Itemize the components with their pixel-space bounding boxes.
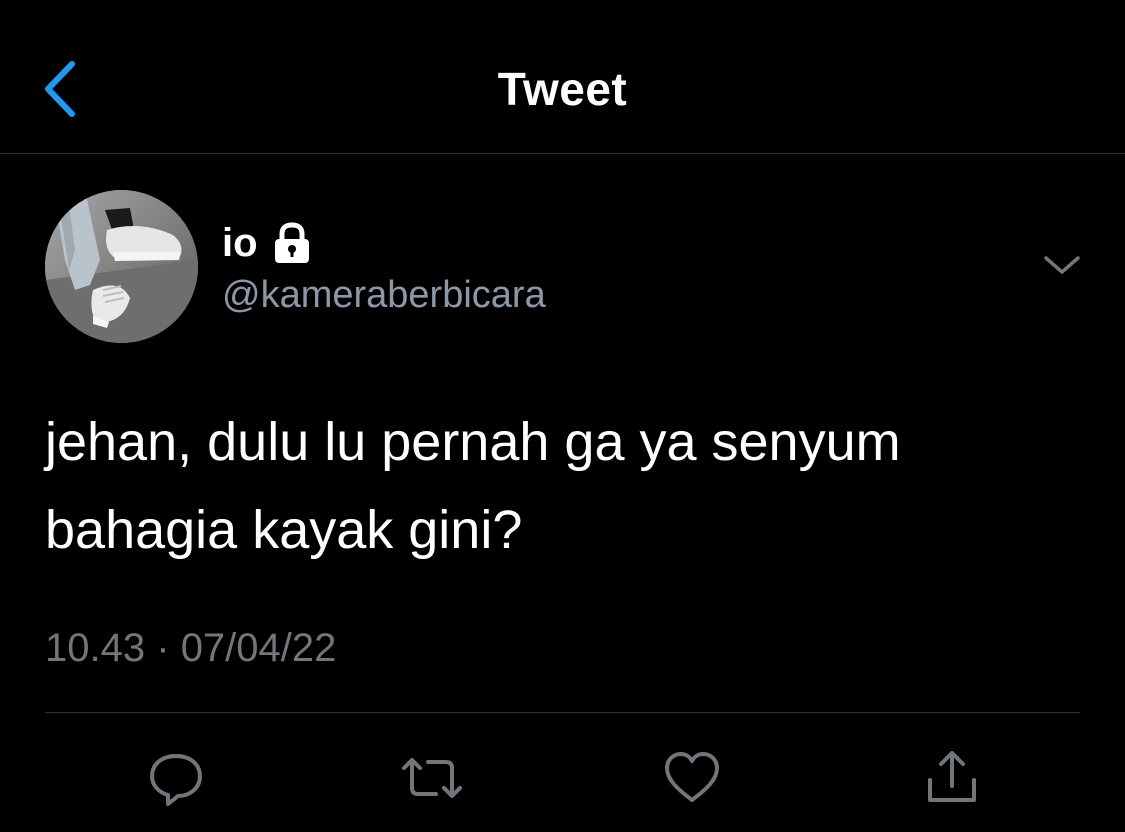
reply-button[interactable] [146, 748, 206, 808]
author-name-row[interactable]: io [222, 218, 312, 268]
tweet-text: jehan, dulu lu pernah ga ya senyum bahag… [45, 412, 901, 560]
retweet-button[interactable] [400, 748, 462, 808]
tweet-timestamp[interactable]: 10.43 · 07/04/22 [45, 626, 336, 671]
share-icon [928, 751, 976, 802]
display-name[interactable]: io [222, 221, 258, 266]
retweet-icon [402, 758, 462, 798]
share-button[interactable] [922, 748, 982, 808]
avatar-photo [45, 190, 198, 343]
tweet-date: 07/04/22 [180, 626, 337, 670]
avatar[interactable] [45, 190, 198, 343]
chevron-down-icon [1044, 256, 1080, 274]
meta-separator: · [156, 626, 170, 670]
more-options-button[interactable] [1040, 250, 1084, 282]
reply-icon [150, 754, 202, 806]
divider [45, 712, 1080, 713]
top-nav-bar: Tweet [0, 0, 1125, 154]
user-handle[interactable]: @kameraberbicara [222, 274, 546, 317]
like-button[interactable] [662, 748, 722, 808]
tweet-time: 10.43 [45, 626, 146, 670]
lock-icon [272, 222, 312, 264]
heart-icon [665, 752, 719, 802]
page-title: Tweet [497, 63, 628, 115]
